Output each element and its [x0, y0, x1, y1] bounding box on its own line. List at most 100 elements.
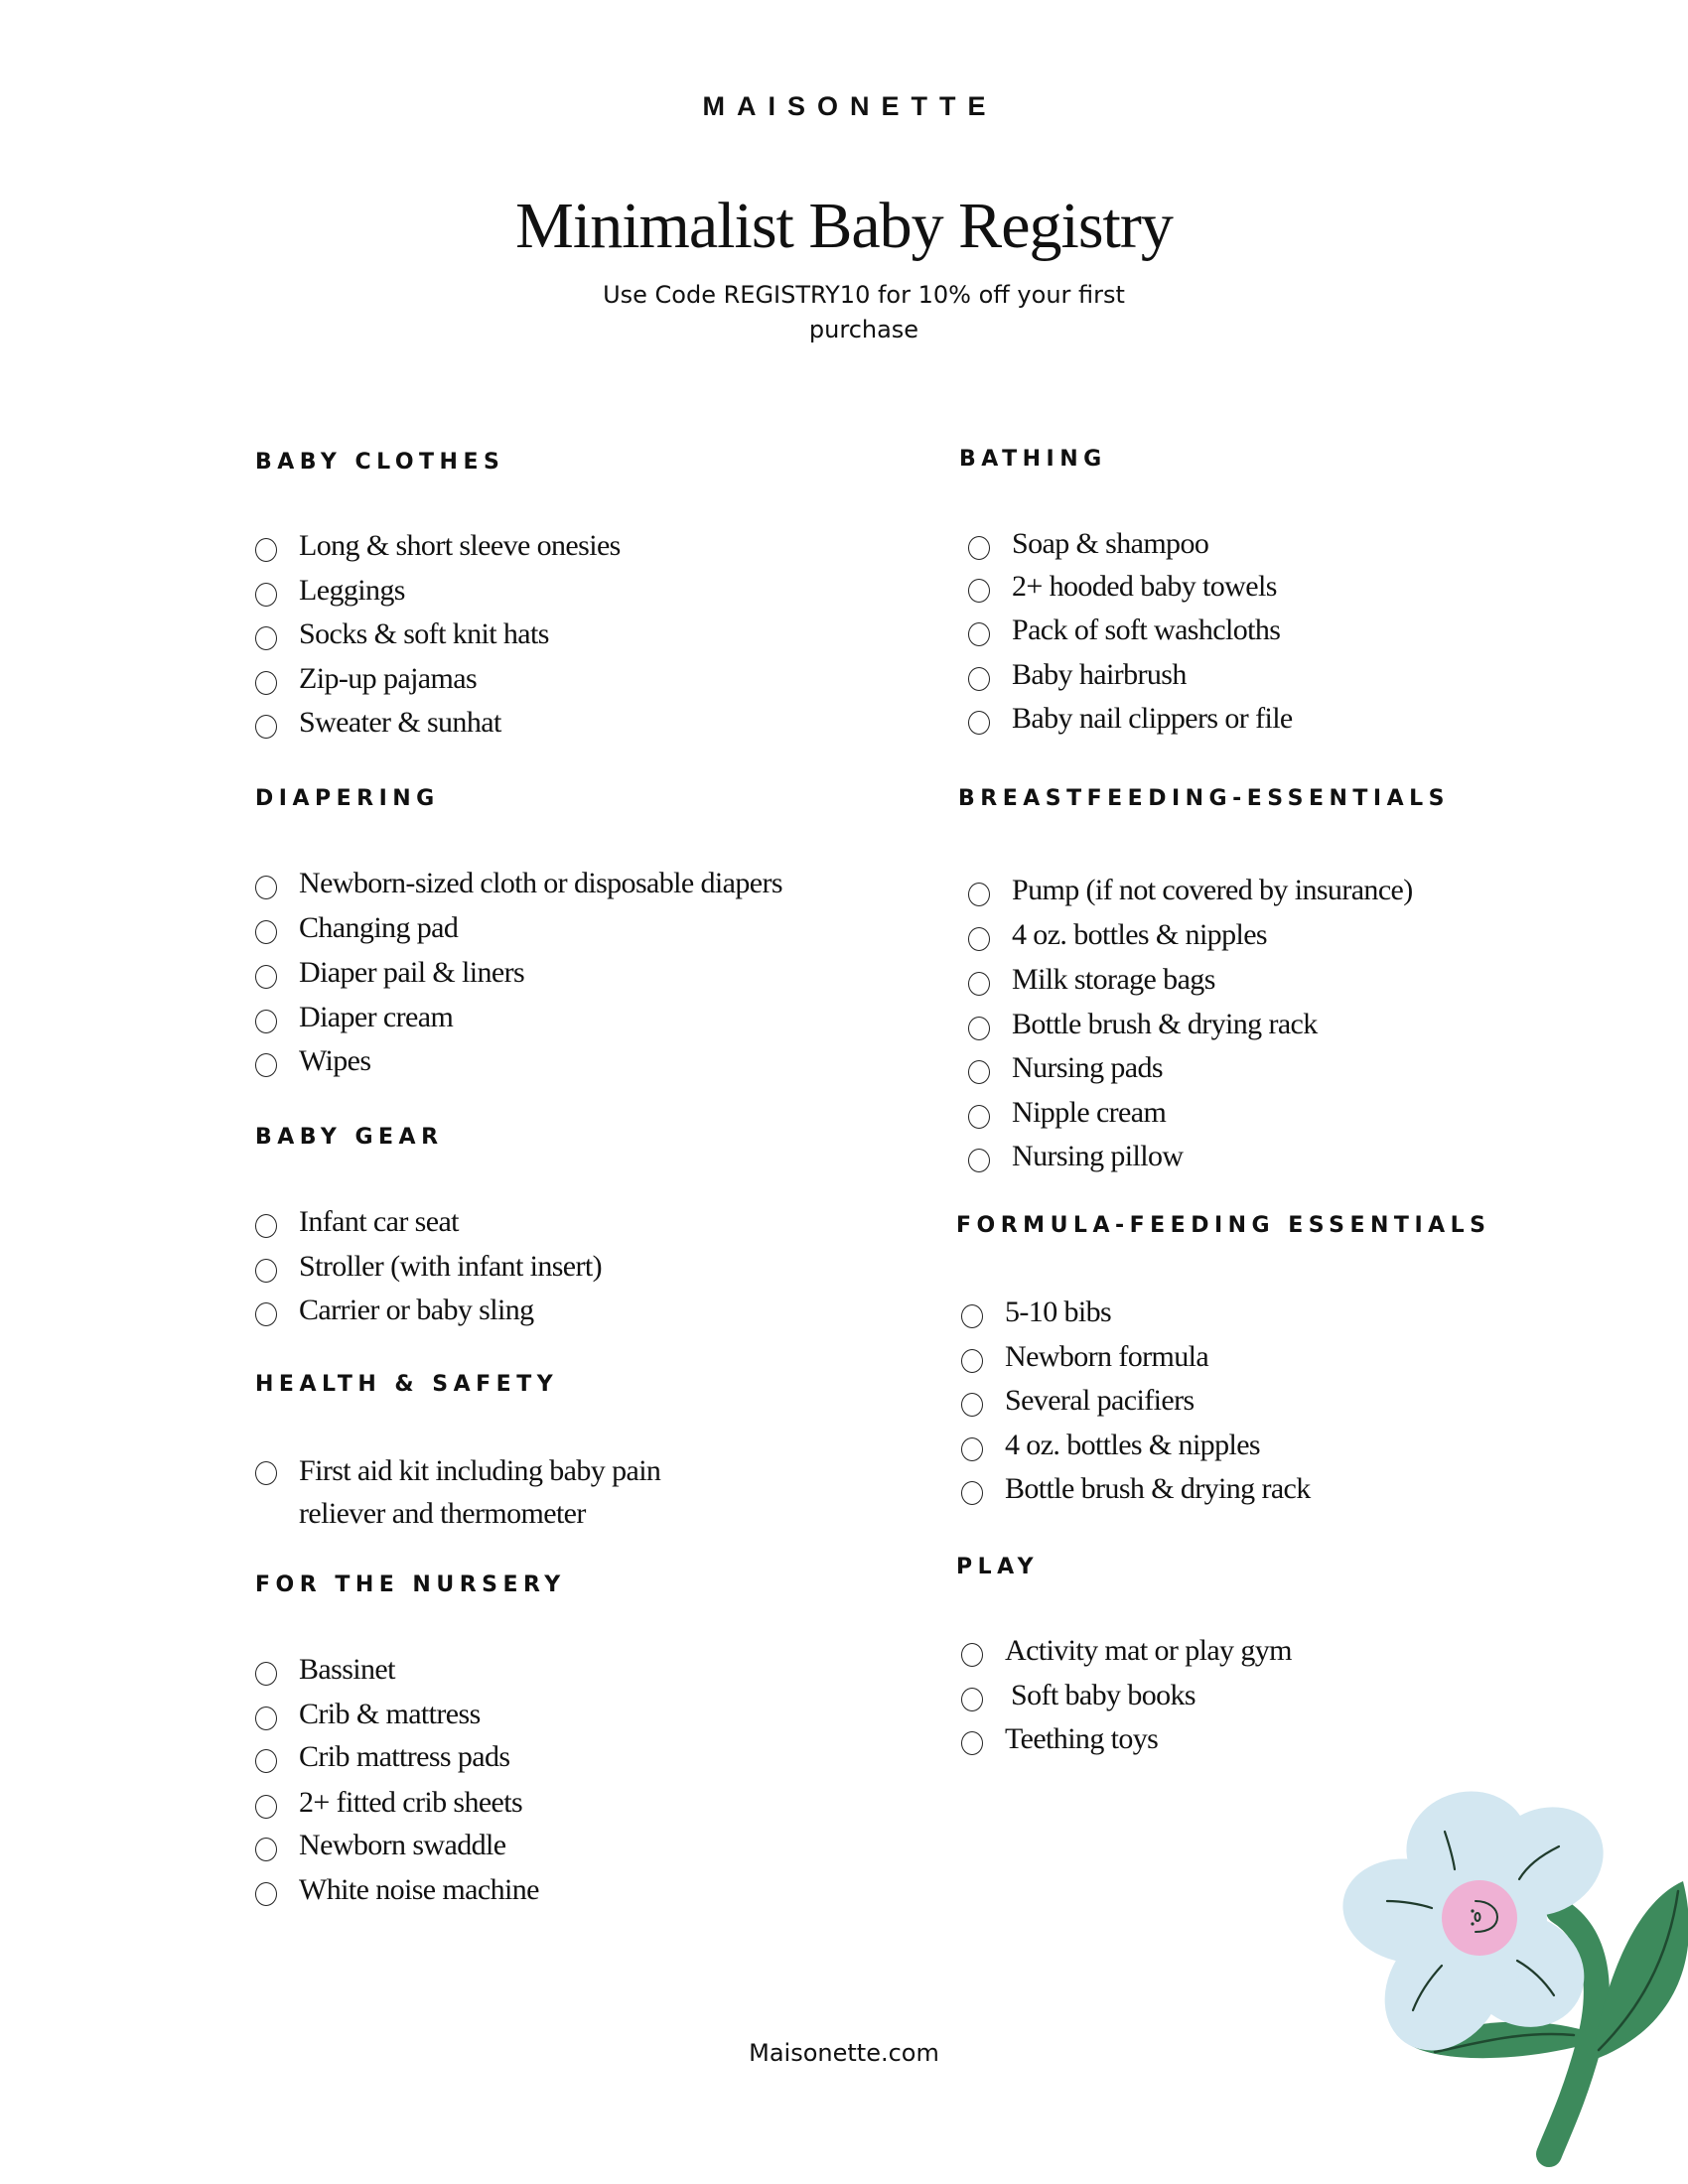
checkbox-circle-icon[interactable] [961, 1688, 983, 1711]
checkbox-circle-icon[interactable] [968, 667, 990, 691]
checkbox-circle-icon[interactable] [255, 1461, 277, 1485]
checkbox-circle-icon[interactable] [961, 1643, 983, 1667]
checklist-item: White noise machine [255, 1870, 539, 1910]
checkbox-circle-icon[interactable] [968, 927, 990, 951]
item-label: First aid kit including baby pain reliev… [299, 1454, 661, 1530]
item-label: Carrier or baby sling [299, 1294, 534, 1326]
section-diapering: DIAPERING Newborn-sized cloth or disposa… [255, 785, 783, 1077]
checklist-item: Soap & shampoo [968, 524, 1209, 564]
checkbox-circle-icon[interactable] [255, 1882, 277, 1906]
brand-logo: MAISONETTE [702, 91, 998, 121]
checklist-item: Bottle brush & drying rack [968, 1005, 1318, 1044]
item-label: Newborn swaddle [299, 1829, 506, 1861]
checklist-item: Zip-up pajamas [255, 659, 478, 699]
checkbox-circle-icon[interactable] [968, 711, 990, 735]
checkbox-circle-icon[interactable] [255, 1662, 277, 1686]
item-label: Pump (if not covered by insurance) [1012, 874, 1413, 906]
section-heading: FOR THE NURSERY [255, 1572, 566, 1597]
item-label: 2+ hooded baby towels [1012, 570, 1277, 603]
checklist-item: Stroller (with infant insert) [255, 1247, 603, 1287]
section-formula-feeding-essentials: FORMULA-FEEDING ESSENTIALS 5-10 bibs New… [956, 1212, 1491, 1505]
checkbox-circle-icon[interactable] [255, 626, 277, 650]
item-label: Diaper pail & liners [299, 956, 525, 989]
checkbox-circle-icon[interactable] [968, 1017, 990, 1040]
checklist-item: Crib & mattress [255, 1695, 481, 1734]
checklist-item: Pump (if not covered by insurance) [968, 871, 1413, 910]
section-baby-clothes: BABY CLOTHES Long & short sleeve onesies… [255, 449, 621, 739]
flower-illustration [1342, 1791, 1688, 2167]
checkbox-circle-icon[interactable] [255, 715, 277, 739]
item-label: Socks & soft knit hats [299, 617, 549, 650]
checklist-item: Milk storage bags [968, 960, 1215, 1000]
checkbox-circle-icon[interactable] [255, 583, 277, 607]
checklist-item: Long & short sleeve onesies [255, 526, 621, 566]
checkbox-circle-icon[interactable] [255, 1706, 277, 1730]
item-label: Sweater & sunhat [299, 706, 501, 739]
item-label: Leggings [299, 574, 405, 607]
item-label: 2+ fitted crib sheets [299, 1786, 523, 1819]
checklist-item: Sweater & sunhat [255, 703, 501, 743]
item-label: Bassinet [299, 1653, 395, 1686]
checkbox-circle-icon[interactable] [961, 1393, 983, 1417]
checkbox-circle-icon[interactable] [961, 1437, 983, 1461]
item-label: 4 oz. bottles & nipples [1005, 1429, 1261, 1461]
checklist-item: Pack of soft washcloths [968, 611, 1281, 650]
item-label: Activity mat or play gym [1005, 1634, 1292, 1667]
checkbox-circle-icon[interactable] [255, 1749, 277, 1773]
checkbox-circle-icon[interactable] [255, 1010, 277, 1033]
checkbox-circle-icon[interactable] [255, 1795, 277, 1819]
item-label: Changing pad [299, 911, 459, 944]
checkbox-circle-icon[interactable] [968, 1060, 990, 1084]
checkbox-circle-icon[interactable] [968, 579, 990, 603]
checkbox-circle-icon[interactable] [255, 876, 277, 899]
checklist-item: Baby hairbrush [968, 655, 1187, 695]
checkbox-circle-icon[interactable] [968, 622, 990, 646]
item-label: White noise machine [299, 1873, 539, 1906]
item-label: Infant car seat [299, 1205, 460, 1238]
section-baby-gear: BABY GEAR Infant car seat Stroller (with… [255, 1124, 603, 1326]
footer-website-link[interactable]: Maisonette.com [0, 2039, 1688, 2067]
item-label: Nursing pads [1012, 1051, 1164, 1084]
section-heading: BATHING [959, 447, 1107, 472]
item-label: 4 oz. bottles & nipples [1012, 918, 1268, 951]
checklist-item: Nursing pads [968, 1048, 1164, 1088]
checkbox-circle-icon[interactable] [255, 965, 277, 989]
checkbox-circle-icon[interactable] [255, 671, 277, 695]
checkbox-circle-icon[interactable] [255, 1214, 277, 1238]
item-label: Crib mattress pads [299, 1740, 510, 1773]
checkbox-circle-icon[interactable] [968, 1105, 990, 1129]
checkbox-circle-icon[interactable] [255, 1302, 277, 1326]
checklist-item: Teething toys [961, 1719, 1159, 1759]
section-for-the-nursery: FOR THE NURSERY Bassinet Crib & mattress… [255, 1571, 566, 1906]
page-title: Minimalist Baby Registry [515, 190, 1174, 262]
checkbox-circle-icon[interactable] [968, 536, 990, 560]
item-label: Milk storage bags [1012, 963, 1215, 996]
item-label: Bottle brush & drying rack [1012, 1008, 1318, 1040]
section-heading: BABY CLOTHES [255, 450, 505, 475]
checkbox-circle-icon[interactable] [255, 920, 277, 944]
checkbox-circle-icon[interactable] [255, 538, 277, 562]
checkbox-circle-icon[interactable] [255, 1838, 277, 1861]
section-heading: HEALTH & SAFETY [255, 1372, 559, 1397]
checkbox-circle-icon[interactable] [961, 1349, 983, 1373]
checkbox-circle-icon[interactable] [961, 1731, 983, 1755]
item-label: Soap & shampoo [1012, 527, 1209, 560]
item-label: Bottle brush & drying rack [1005, 1472, 1311, 1505]
checklist-item: Bottle brush & drying rack [961, 1469, 1311, 1509]
checkbox-circle-icon[interactable] [255, 1259, 277, 1283]
checkbox-circle-icon[interactable] [968, 1149, 990, 1172]
checkbox-circle-icon[interactable] [968, 883, 990, 906]
item-label: Baby hairbrush [1012, 658, 1187, 691]
checklist-item: 4 oz. bottles & nipples [968, 915, 1268, 955]
checkbox-circle-icon[interactable] [255, 1053, 277, 1077]
item-label: Several pacifiers [1005, 1384, 1195, 1417]
checklist-item: Nipple cream [968, 1093, 1167, 1133]
checklist-item: 5-10 bibs [961, 1293, 1112, 1332]
checklist-item: Several pacifiers [961, 1381, 1195, 1421]
checklist-item: Diaper cream [255, 998, 454, 1037]
checkbox-circle-icon[interactable] [961, 1481, 983, 1505]
item-label: Nursing pillow [1012, 1140, 1184, 1172]
checklist-item: 2+ fitted crib sheets [255, 1783, 523, 1823]
checkbox-circle-icon[interactable] [961, 1304, 983, 1328]
checkbox-circle-icon[interactable] [968, 972, 990, 996]
